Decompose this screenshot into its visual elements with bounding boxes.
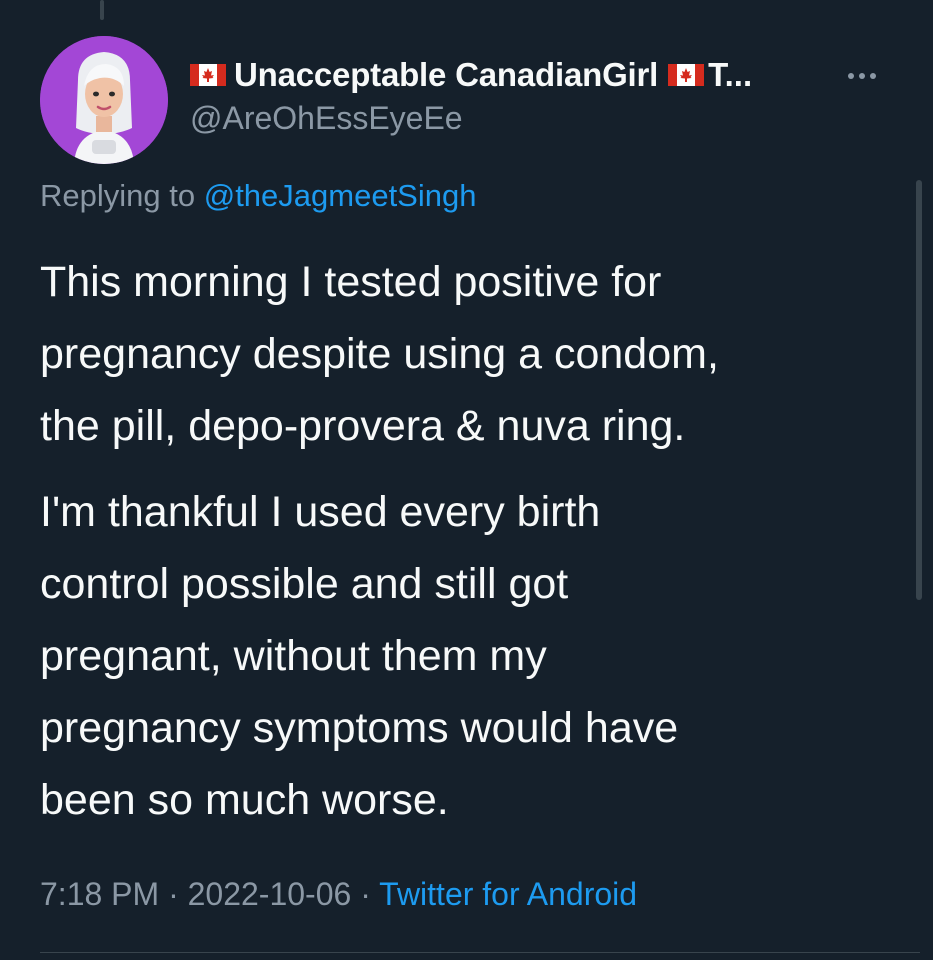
tweet-text: This morning I tested positive for pregn…	[40, 246, 900, 836]
bitmoji-avatar-icon	[40, 36, 168, 164]
author-display-name-truncated: T...	[708, 56, 753, 93]
tweet-time[interactable]: 7:18 PM	[40, 876, 159, 912]
replying-to-label: Replying to	[40, 178, 196, 213]
reply-mention-link[interactable]: @theJagmeetSingh	[204, 178, 477, 213]
tweet-paragraph: This morning I tested positive for pregn…	[40, 258, 719, 450]
more-options-button[interactable]	[848, 66, 892, 86]
tweet-paragraph: I'm thankful I used every birth control …	[40, 488, 679, 824]
divider	[40, 952, 920, 953]
author-handle[interactable]: @AreOhEssEyeEe	[190, 100, 890, 137]
author-name-row[interactable]: Unacceptable CanadianGirl T...	[190, 52, 890, 98]
scrollbar[interactable]	[916, 180, 922, 600]
meta-separator: ·	[360, 876, 371, 912]
more-options-icon	[870, 73, 876, 79]
canada-flag-icon	[668, 64, 705, 86]
avatar[interactable]	[40, 36, 168, 164]
tweet-date[interactable]: 2022-10-06	[188, 876, 352, 912]
replying-to-line: Replying to @theJagmeetSingh	[40, 178, 476, 214]
tweet-header: Unacceptable CanadianGirl T... @AreOhEss…	[190, 52, 890, 142]
author-display-name: Unacceptable CanadianGirl	[234, 56, 659, 93]
tweet-screen: Unacceptable CanadianGirl T... @AreOhEss…	[0, 0, 933, 960]
meta-separator: ·	[168, 876, 179, 912]
thread-connector-line	[100, 0, 104, 20]
canada-flag-icon	[190, 64, 226, 86]
more-options-icon	[848, 73, 854, 79]
tweet-meta: 7:18 PM · 2022-10-06 · Twitter for Andro…	[40, 876, 637, 913]
tweet-source-link[interactable]: Twitter for Android	[379, 876, 637, 912]
more-options-icon	[859, 73, 865, 79]
